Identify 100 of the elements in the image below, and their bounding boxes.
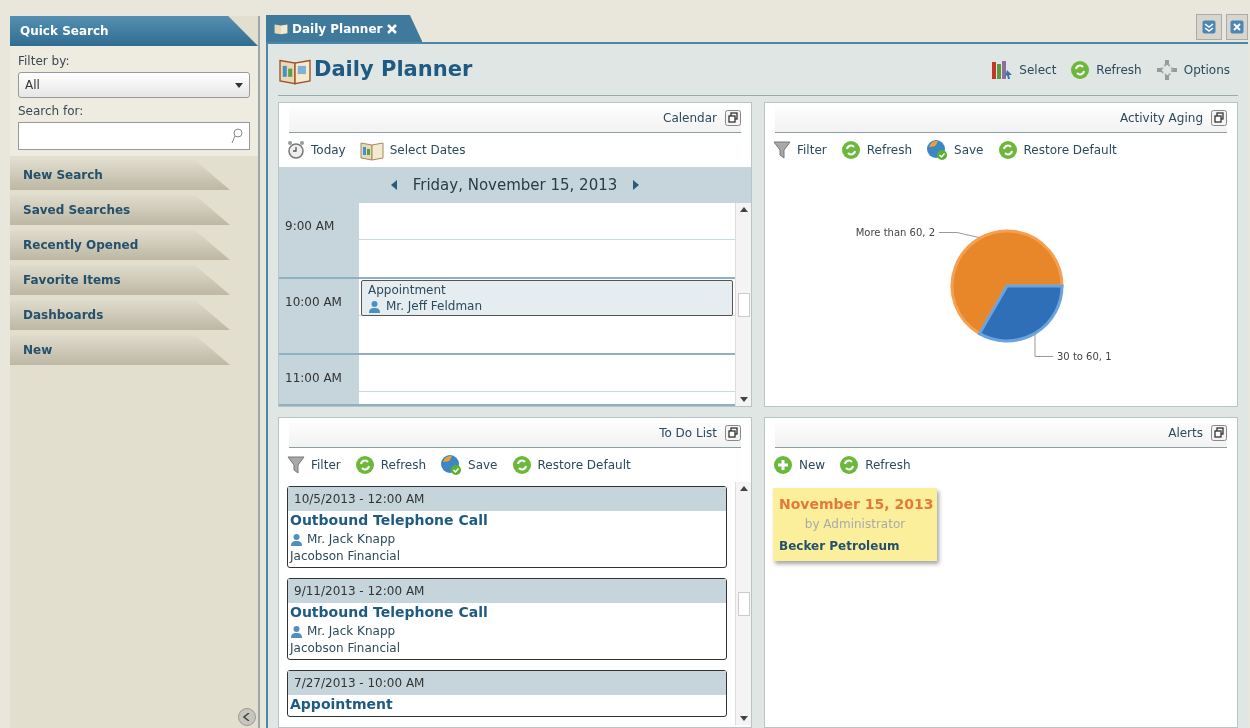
search-label: Search for: [18,103,85,120]
todo-card[interactable]: 7/27/2013 - 10:00 AM Appointment [287,670,727,717]
toolbar-button[interactable]: Select Dates [359,139,466,161]
todo-date: 10/5/2013 - 12:00 AM [294,491,425,508]
close-icon[interactable] [386,22,399,35]
sidebar-section[interactable]: New Search [10,160,230,190]
todo-date: 7/27/2013 - 10:00 AM [294,675,425,692]
refresh-icon [840,140,861,160]
toolbar-button[interactable]: Filter [773,140,827,160]
popout-icon[interactable] [1211,424,1227,441]
current-date: Friday, November 15, 2013 [412,174,618,196]
plus-icon [773,455,793,475]
funnel-icon [773,140,791,160]
panel-title: Calendar [663,109,717,127]
sidebar-section[interactable]: Recently Opened [10,230,230,260]
caret-icon [235,82,243,88]
sidebar-title: Quick Search [10,16,258,46]
planner-book-icon [274,22,288,35]
previous-day-icon[interactable] [390,180,397,190]
scrollbar-thumb[interactable] [737,591,750,616]
popout-icon[interactable] [725,109,741,126]
scroll-up-icon[interactable] [739,206,748,212]
todo-card[interactable]: 9/11/2013 - 12:00 AM Outbound Telephone Call Mr. Jack Knapp Jacobson Financial [287,578,727,660]
books-icon [991,59,1014,80]
alert-subject: Becker Petroleum [779,538,901,555]
person-icon [368,299,381,313]
filter-label: Filter by: [18,53,71,70]
next-day-icon[interactable] [633,180,640,190]
appointment[interactable]: Appointment Mr. Jeff Feldman [361,280,733,316]
scrollbar[interactable] [735,203,751,406]
collapse-button[interactable] [1196,14,1222,40]
person-name: Mr. Jack Knapp [307,623,396,640]
toolbar-button[interactable]: Restore Default [511,455,631,475]
toolbar-button[interactable]: Refresh [1070,59,1142,80]
filter-dropdown[interactable]: All [18,72,250,98]
todo-title: Outbound Telephone Call [290,603,489,622]
refresh-icon [354,455,375,475]
company-name: Jacobson Financial [290,548,401,565]
time-label: 10:00 AM [285,295,342,309]
search-field[interactable] [18,122,250,150]
scroll-up-icon[interactable] [739,485,748,491]
scrollbar-thumb[interactable] [737,292,750,317]
todo-title: Appointment [290,695,394,714]
page-title: Daily Planner [314,55,473,83]
refresh-icon [839,455,860,475]
popout-icon[interactable] [1211,109,1227,126]
sidebar-section[interactable]: New [10,335,230,365]
person-name: Mr. Jack Knapp [307,531,396,548]
chevron-down-icon [1202,20,1216,34]
toolbar-button[interactable]: Save [926,139,984,161]
globe-check-icon [926,139,949,161]
planner-book-icon [359,139,384,161]
toolbar-button[interactable]: Select [991,59,1057,80]
leader-line [938,232,980,238]
chevron-left-icon [243,713,251,721]
settings-icon [1155,58,1178,81]
time-label: 11:00 AM [285,371,342,385]
panel-title: Activity Aging [1119,109,1203,127]
collapse-handle[interactable] [238,708,256,726]
person-icon [290,532,303,546]
toolbar-button[interactable]: Refresh [839,455,911,475]
sidebar-section[interactable]: Dashboards [10,300,230,330]
refresh-icon [511,455,532,475]
scroll-down-icon[interactable] [739,716,748,722]
panel-title: To Do List [659,424,717,442]
toolbar-button[interactable]: Refresh [840,140,913,160]
refresh-icon [997,140,1018,160]
search-icon [231,128,243,144]
person-icon [290,624,303,638]
alert-date: November 15, 2013 [779,495,931,514]
globe-check-icon [440,454,463,476]
todo-card[interactable]: 10/5/2013 - 12:00 AM Outbound Telephone Call Mr. Jack Knapp Jacobson Financial [287,486,727,568]
todo-date: 9/11/2013 - 12:00 AM [294,583,425,600]
toolbar-button[interactable]: Today [287,139,346,161]
popout-icon[interactable] [725,424,741,441]
data-label: More than 60, 2 [855,227,935,238]
scroll-down-icon[interactable] [739,397,748,403]
sidebar-section[interactable]: Saved Searches [10,195,230,225]
close-icon [1230,20,1244,34]
leader-line [1034,334,1054,357]
time-label: 9:00 AM [285,219,335,233]
scrollbar[interactable] [735,482,751,725]
toolbar-button[interactable]: Save [440,454,498,476]
sidebar-section[interactable]: Favorite Items [10,265,230,295]
close-button[interactable] [1226,14,1248,40]
panel-title: Alerts [1168,424,1203,442]
alert-note[interactable]: November 15, 2013 by Administrator Becker Petroleum [773,488,937,561]
toolbar-button[interactable]: Filter [287,455,341,475]
funnel-icon [287,455,305,475]
toolbar-button[interactable]: Options [1155,58,1230,81]
refresh-icon [1070,59,1091,80]
alarm-clock-icon [287,139,305,161]
alert-author: by Administrator [803,516,907,533]
toolbar-button[interactable]: Restore Default [997,140,1117,160]
document-tab[interactable]: Daily Planner [266,15,423,42]
person-name: Mr. Jeff Feldman [386,298,483,314]
data-label: 30 to 60, 1 [1057,351,1112,362]
todo-title: Outbound Telephone Call [290,511,489,530]
toolbar-button[interactable]: New [773,455,826,475]
toolbar-button[interactable]: Refresh [354,455,427,475]
